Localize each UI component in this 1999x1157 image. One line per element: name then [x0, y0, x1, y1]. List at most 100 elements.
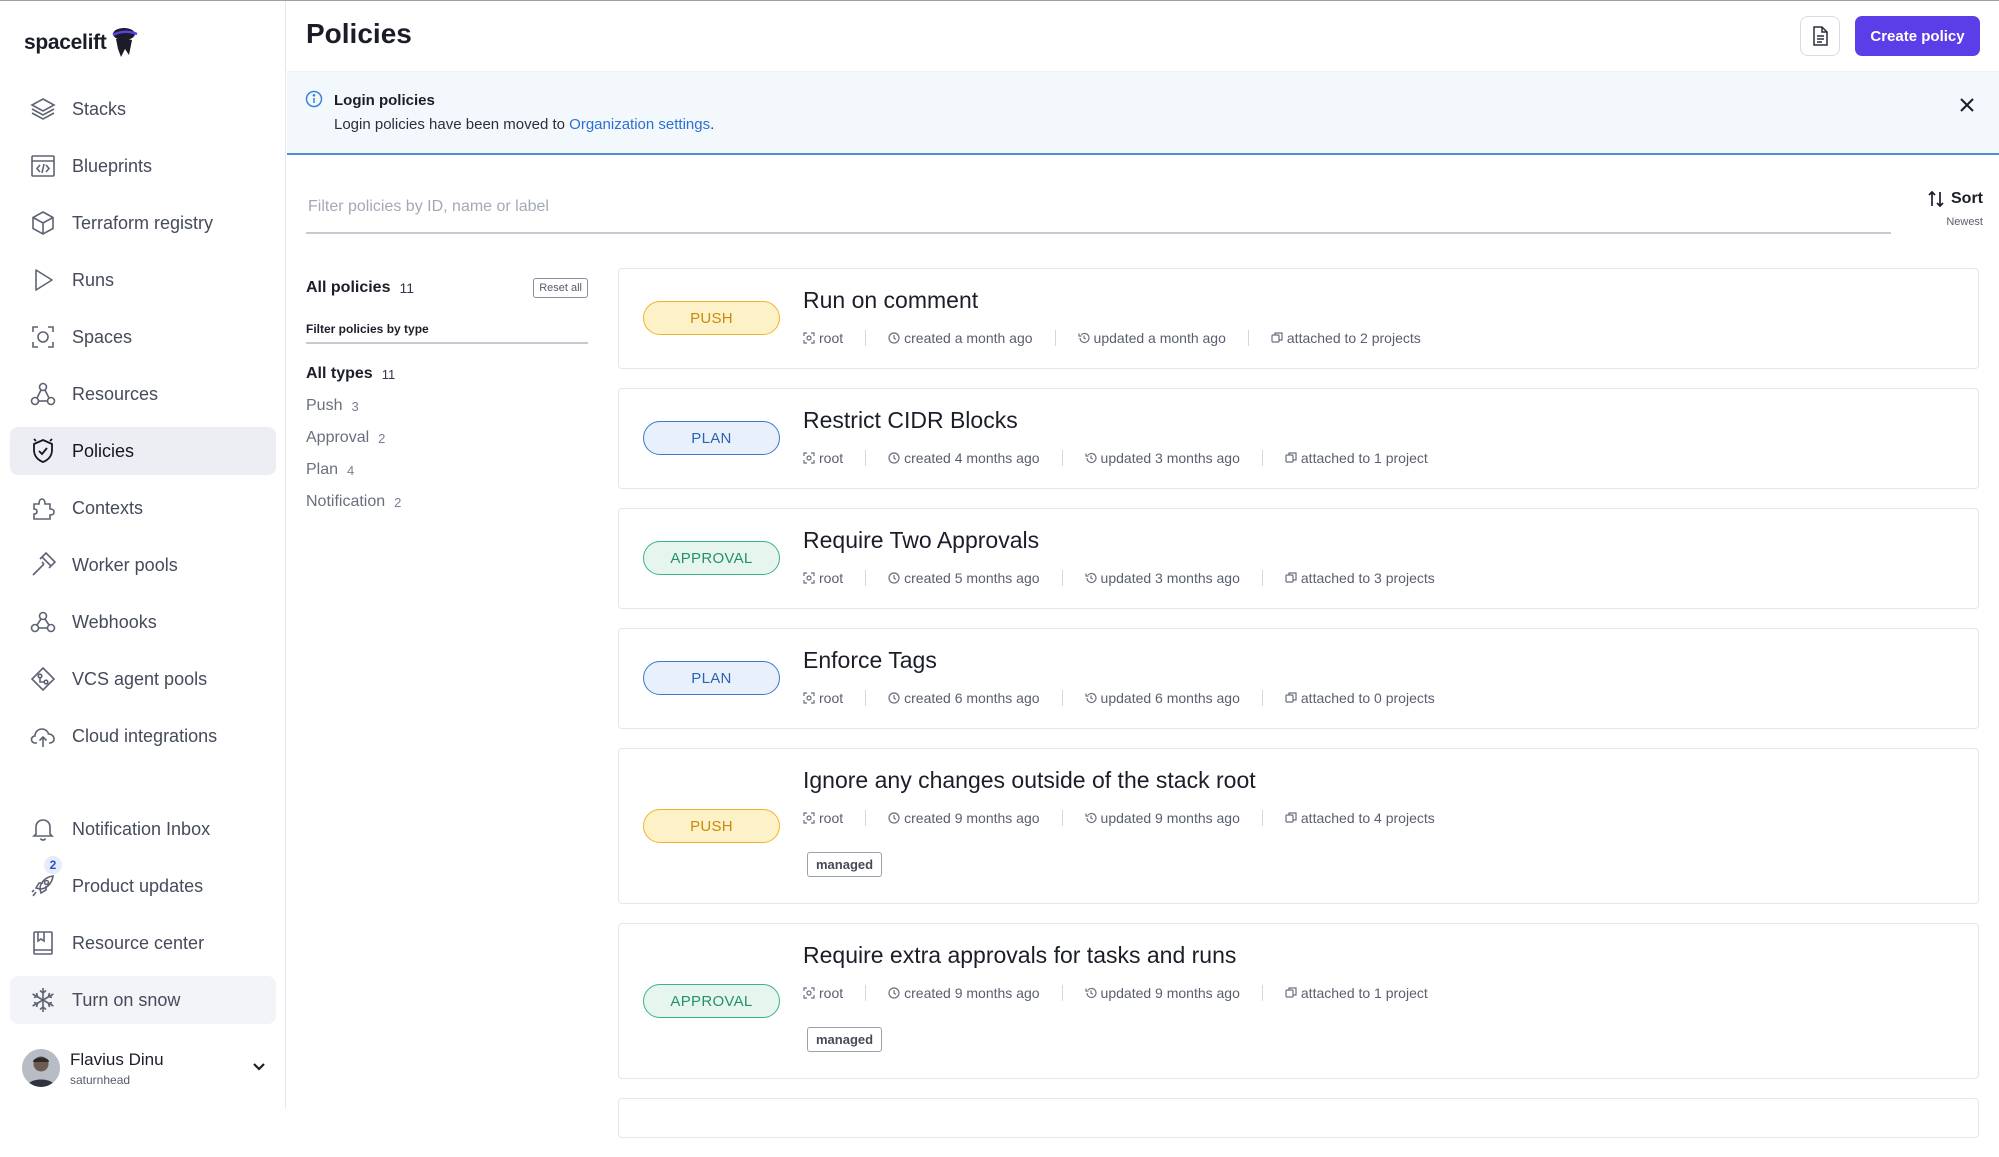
type-filter-plan[interactable]: Plan 4 — [306, 454, 588, 486]
sidebar-item-label: Resources — [72, 383, 159, 404]
policy-space-label: root — [819, 330, 844, 346]
meta-divider — [1061, 690, 1063, 706]
sidebar-item-notification-inbox[interactable]: Notification Inbox — [10, 805, 276, 853]
banner-suffix: . — [710, 116, 715, 133]
meta-divider — [1261, 690, 1263, 706]
policy-label-tag[interactable]: managed — [807, 1027, 883, 1052]
policy-type-badge: PLAN — [643, 661, 780, 695]
policy-card[interactable] — [618, 1098, 1979, 1138]
policy-card[interactable]: APPROVAL Require extra approvals for tas… — [618, 923, 1979, 1079]
sidebar-item-label: Notification Inbox — [72, 818, 211, 839]
policy-attached-label: attached to 1 project — [1300, 450, 1428, 466]
sidebar-item-label: Policies — [72, 440, 135, 461]
policy-updated: updated 9 months ago — [1084, 810, 1240, 826]
chevron-down-icon[interactable] — [250, 1057, 268, 1080]
policy-title[interactable]: Enforce Tags — [803, 647, 937, 674]
policy-space: root — [803, 985, 843, 1001]
attach-icon — [1285, 692, 1297, 703]
history-icon — [1084, 692, 1097, 704]
sidebar-item-resources[interactable]: Resources — [10, 370, 276, 418]
meta-divider — [865, 810, 867, 826]
policy-card[interactable]: PUSH Run on comment root created a month… — [618, 268, 1979, 369]
user-info: Flavius Dinu saturnhead — [70, 1050, 164, 1087]
policy-space-label: root — [819, 450, 844, 466]
policy-title[interactable]: Require extra approvals for tasks and ru… — [803, 942, 1236, 969]
type-filter-approval[interactable]: Approval 2 — [306, 422, 588, 454]
policy-space-label: root — [819, 570, 844, 586]
worker-pools-icon — [28, 550, 58, 580]
sidebar-item-label: Resource center — [72, 932, 205, 953]
create-policy-button[interactable]: Create policy — [1855, 16, 1980, 56]
sidebar-item-terraform-registry[interactable]: Terraform registry — [10, 199, 276, 247]
policy-updated-label: updated 3 months ago — [1100, 570, 1240, 586]
user-menu[interactable]: Flavius Dinu saturnhead — [22, 1045, 276, 1091]
policy-title[interactable]: Run on comment — [803, 287, 978, 314]
policy-meta: root created 9 months ago updated 9 mont… — [803, 810, 1435, 826]
reset-all-button[interactable]: Reset all — [533, 278, 588, 298]
user-name: Flavius Dinu — [70, 1049, 164, 1069]
meta-divider — [1061, 450, 1063, 466]
type-filter-all[interactable]: All types 11 — [306, 358, 588, 390]
policy-space: root — [803, 330, 843, 346]
avatar — [22, 1049, 60, 1087]
meta-divider — [1247, 330, 1249, 346]
policy-attached: attached to 0 projects — [1285, 690, 1435, 706]
space-icon — [803, 692, 815, 704]
organization-settings-link[interactable]: Organization settings — [569, 116, 710, 133]
policy-card[interactable]: APPROVAL Require Two Approvals root crea… — [618, 508, 1979, 609]
sidebar-item-cloud-integrations[interactable]: Cloud integrations — [10, 712, 276, 760]
registry-icon — [28, 208, 58, 238]
type-filter-push[interactable]: Push 3 — [306, 390, 588, 422]
sidebar-item-spaces[interactable]: Spaces — [10, 313, 276, 361]
close-icon[interactable] — [1954, 92, 1980, 118]
policy-updated-label: updated 9 months ago — [1100, 985, 1240, 1001]
policy-created-label: created 9 months ago — [904, 985, 1040, 1001]
policy-updated-label: updated a month ago — [1093, 330, 1226, 346]
policy-attached: attached to 2 projects — [1271, 330, 1421, 346]
snowflake-icon — [28, 985, 58, 1015]
sidebar-item-blueprints[interactable]: Blueprints — [10, 142, 276, 190]
resources-icon — [28, 379, 58, 409]
sidebar-item-webhooks[interactable]: Webhooks — [10, 598, 276, 646]
meta-divider — [865, 570, 867, 586]
sidebar-item-product-updates[interactable]: 2 Product updates — [10, 856, 276, 910]
filter-policies-input[interactable] — [306, 184, 1710, 230]
policy-title[interactable]: Restrict CIDR Blocks — [803, 407, 1018, 434]
logo[interactable]: spacelift — [24, 15, 139, 59]
type-filter-label: Push — [306, 397, 343, 414]
sidebar-item-contexts[interactable]: Contexts — [10, 484, 276, 532]
vcs-agent-pools-icon — [28, 664, 58, 694]
sidebar-item-vcs-agent-pools[interactable]: VCS agent pools — [10, 655, 276, 703]
policy-title[interactable]: Require Two Approvals — [803, 527, 1039, 554]
policy-meta: root created 9 months ago updated 9 mont… — [803, 985, 1428, 1001]
sidebar-item-resource-center[interactable]: Resource center — [10, 919, 276, 967]
stacks-icon — [28, 94, 58, 124]
banner-text: Login policies have been moved to Organi… — [334, 116, 714, 133]
webhooks-icon — [28, 607, 58, 637]
clock-icon — [888, 692, 900, 704]
policy-card[interactable]: PLAN Restrict CIDR Blocks root created 4… — [618, 388, 1979, 489]
sidebar-item-turn-on-snow[interactable]: Turn on snow — [10, 976, 276, 1024]
all-policies-count: 11 — [399, 280, 415, 296]
sidebar-item-label: Worker pools — [72, 554, 178, 575]
sort-control[interactable]: Sort Newest — [1913, 190, 1983, 228]
type-filter-count: 2 — [394, 494, 402, 510]
type-filter-notification[interactable]: Notification 2 — [306, 486, 588, 518]
policy-space: root — [803, 570, 843, 586]
policy-title[interactable]: Ignore any changes outside of the stack … — [803, 767, 1256, 794]
page-title: Policies — [306, 18, 412, 49]
policy-created-label: created 5 months ago — [904, 570, 1040, 586]
meta-divider — [1061, 985, 1063, 1001]
policy-card[interactable]: PLAN Enforce Tags root created 6 months … — [618, 628, 1979, 729]
sidebar-item-runs[interactable]: Runs — [10, 256, 276, 304]
sidebar-item-label: Turn on snow — [72, 989, 181, 1010]
sidebar-item-stacks[interactable]: Stacks — [10, 85, 276, 133]
type-filter-list: All types 11 Push 3 Approval 2 Plan 4 No… — [306, 358, 588, 518]
policy-label-tag[interactable]: managed — [807, 852, 883, 877]
sidebar-item-policies[interactable]: Policies — [10, 427, 276, 475]
policy-attached-label: attached to 0 projects — [1300, 690, 1435, 706]
documentation-button[interactable] — [1800, 16, 1840, 56]
sidebar-item-worker-pools[interactable]: Worker pools — [10, 541, 276, 589]
policy-card[interactable]: PUSH Ignore any changes outside of the s… — [618, 748, 1979, 904]
type-filter-count: 4 — [347, 462, 355, 478]
